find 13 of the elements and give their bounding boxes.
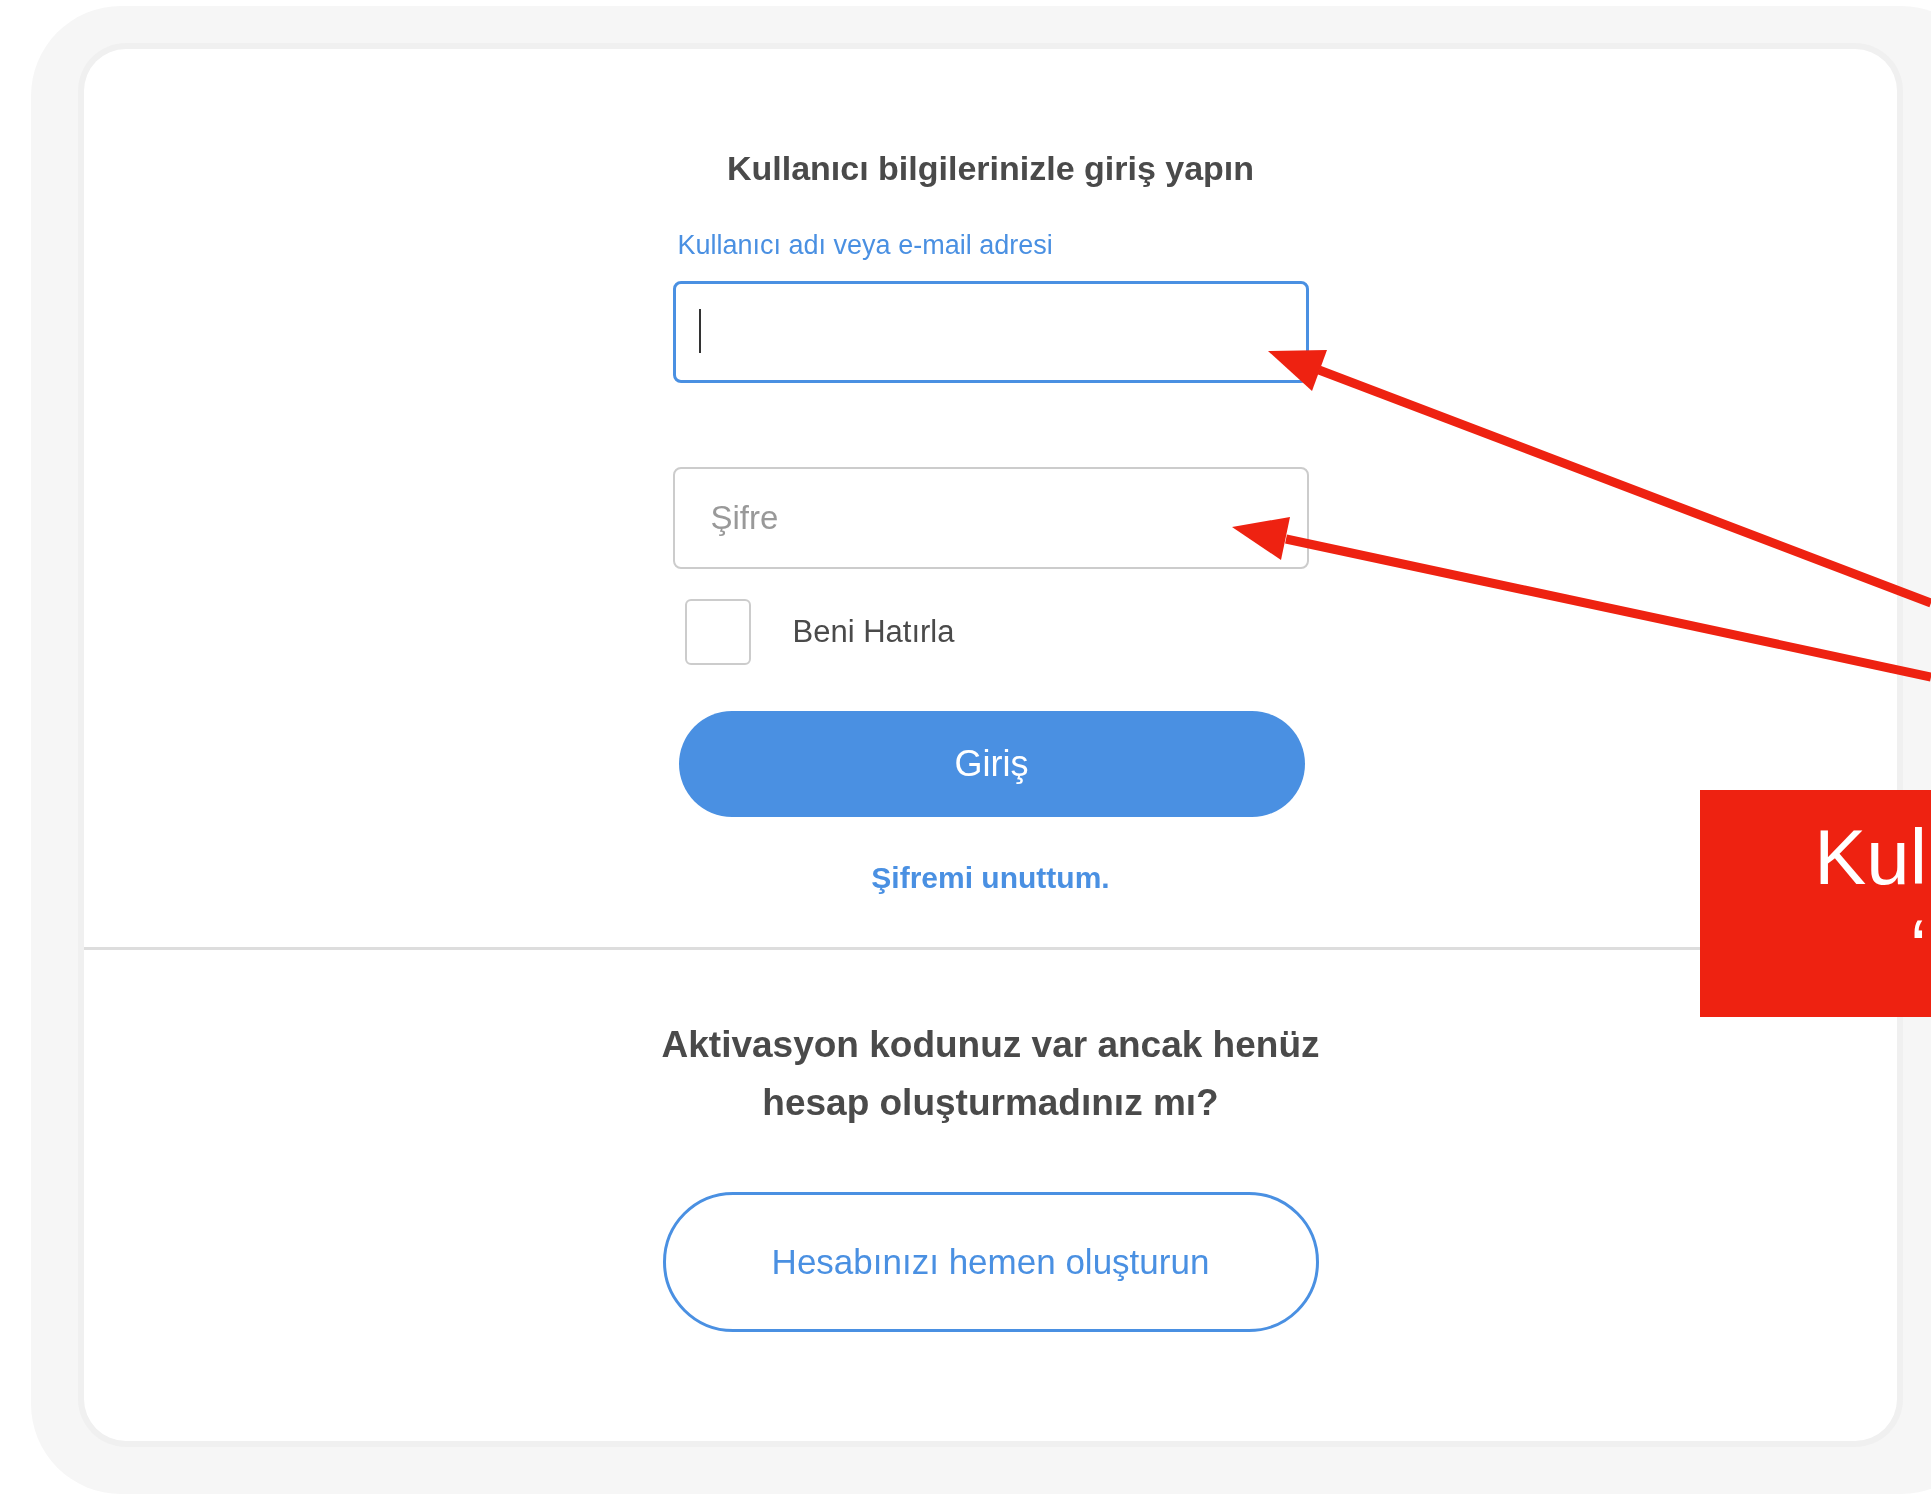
text-cursor-icon bbox=[698, 309, 701, 353]
username-field[interactable] bbox=[672, 281, 1309, 383]
annotation-text: ‘ bbox=[1909, 902, 1928, 992]
remember-checkbox[interactable] bbox=[684, 599, 751, 665]
forgot-password-link[interactable]: Şifremi unuttum. bbox=[871, 861, 1110, 895]
activation-question: Aktivasyon kodunuz var ancak henüz hesap oluşturmadınız mı? bbox=[660, 1023, 1321, 1125]
create-account-button[interactable]: Hesabınızı hemen oluşturun bbox=[662, 1192, 1319, 1332]
remember-label: Beni Hatırla bbox=[792, 614, 955, 650]
username-label: Kullanıcı adı veya e-mail adresi bbox=[676, 230, 1054, 261]
password-field[interactable]: Şifre bbox=[672, 467, 1309, 569]
annotation-text: Kul bbox=[1814, 812, 1928, 902]
login-title: Kullanıcı bilgilerinizle giriş yapın bbox=[725, 149, 1256, 188]
login-button[interactable]: Giriş bbox=[678, 711, 1305, 817]
